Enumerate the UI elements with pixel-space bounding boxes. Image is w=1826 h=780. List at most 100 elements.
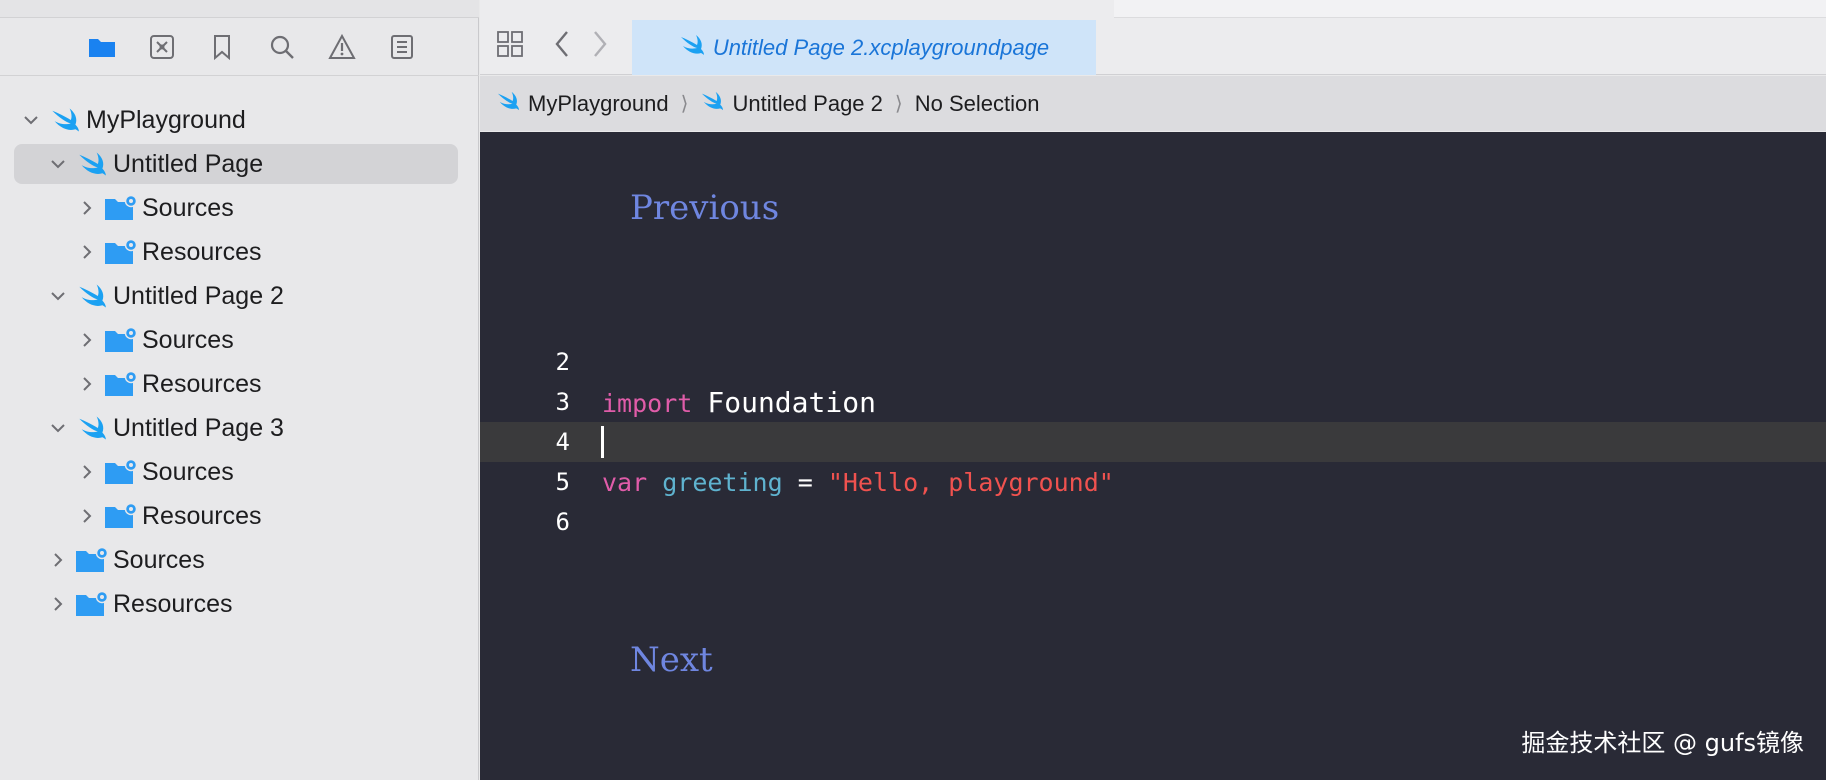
keyword-import: import: [602, 388, 693, 418]
jumpbar-project[interactable]: MyPlayground: [496, 90, 669, 118]
tree-item[interactable]: Resources: [0, 362, 479, 406]
folder-icon: [104, 369, 138, 399]
chevron-down-icon[interactable]: [45, 283, 71, 309]
warning-icon[interactable]: [327, 32, 357, 62]
tree-item[interactable]: Resources: [0, 582, 479, 626]
swift-icon: [679, 33, 705, 63]
chevron-right-icon[interactable]: [45, 547, 71, 573]
module-name: Foundation: [707, 385, 876, 419]
project-navigator: MyPlayground Untitled Page Sources Resource…: [0, 0, 479, 780]
chevron-right-icon[interactable]: [74, 239, 100, 265]
chevron-right-icon[interactable]: [74, 503, 100, 529]
sidebar-top-strip: [0, 0, 479, 18]
tree-item-label: Untitled Page 3: [113, 413, 284, 442]
folder-icon: [75, 589, 109, 619]
code-line-current: 4: [480, 422, 1826, 462]
folder-icon: [104, 457, 138, 487]
tree-item-label: Resources: [142, 369, 262, 398]
chevron-right-icon[interactable]: [74, 371, 100, 397]
tree-item-label: Resources: [142, 237, 262, 266]
tab-title: Untitled Page 2.xcplaygroundpage: [712, 34, 1050, 60]
tree-item[interactable]: Sources: [0, 186, 479, 230]
code-line: 2: [480, 342, 1826, 382]
folder-icon: [104, 325, 138, 355]
source-control-icon[interactable]: [147, 32, 177, 62]
line-number: 5: [555, 468, 570, 496]
chevron-right-icon[interactable]: [45, 591, 71, 617]
chevron-right-icon[interactable]: [584, 28, 616, 60]
identifier: greeting: [662, 467, 783, 497]
tree-item-label: Untitled Page 2: [113, 281, 284, 310]
jump-bar: MyPlayground ⟩ Untitled Page 2 ⟩ No Sele…: [480, 76, 1826, 131]
search-icon[interactable]: [267, 32, 297, 62]
tab-bar: Untitled Page 2.xcplaygroundpage: [480, 0, 1826, 75]
watermark: 掘金技术社区 @ gufs镜像: [1521, 729, 1804, 757]
string-literal: "Hello, playground": [827, 467, 1114, 497]
tree-item-label: Resources: [142, 501, 262, 530]
next-link[interactable]: Next: [630, 640, 713, 680]
jumpbar-page[interactable]: Untitled Page 2: [700, 90, 883, 118]
swift-icon: [75, 149, 109, 179]
swift-icon: [48, 105, 82, 135]
tree-item[interactable]: Untitled Page 3: [0, 406, 479, 450]
navigator-toolbar: [0, 18, 479, 76]
code-lines: 2 3 import Foundation 4 5 var greeting =…: [480, 342, 1826, 542]
bookmark-icon[interactable]: [207, 32, 237, 62]
tree-item[interactable]: MyPlayground: [0, 98, 479, 142]
folder-icon: [104, 237, 138, 267]
tab-bar-top-strip: [1114, 0, 1826, 18]
folder-icon: [104, 501, 138, 531]
swift-icon: [496, 90, 520, 118]
folder-icon: [104, 193, 138, 223]
tree-item-label: Sources: [142, 325, 234, 354]
grid-icon[interactable]: [494, 28, 526, 60]
jumpbar-selection[interactable]: No Selection: [915, 91, 1040, 117]
chevron-down-icon[interactable]: [18, 107, 44, 133]
list-icon[interactable]: [387, 32, 417, 62]
jumpbar-project-label: MyPlayground: [528, 90, 669, 116]
file-tree: MyPlayground Untitled Page Sources Resource…: [0, 98, 479, 626]
chevron-right-icon[interactable]: [74, 327, 100, 353]
jumpbar-separator-icon: ⟩: [894, 93, 903, 115]
code-line: 5 var greeting = "Hello, playground": [480, 462, 1826, 502]
previous-link[interactable]: Previous: [630, 188, 779, 228]
line-number: 2: [555, 348, 570, 376]
tree-item-label: MyPlayground: [86, 105, 246, 134]
tree-item[interactable]: Untitled Page: [0, 142, 479, 186]
tree-item-label: Resources: [113, 589, 233, 618]
editor-area: Untitled Page 2.xcplaygroundpage MyPlayg…: [480, 0, 1826, 780]
code-line: 3 import Foundation: [480, 382, 1826, 422]
code-text: var greeting = "Hello, playground": [602, 468, 1114, 497]
tree-item-label: Sources: [113, 545, 205, 574]
jumpbar-separator-icon: ⟩: [680, 93, 689, 115]
folder-icon[interactable]: [87, 32, 117, 62]
chevron-down-icon[interactable]: [45, 415, 71, 441]
tree-item[interactable]: Resources: [0, 494, 479, 538]
tree-item-label: Untitled Page: [113, 149, 264, 178]
code-text: import Foundation: [602, 386, 876, 419]
chevron-left-icon[interactable]: [546, 28, 578, 60]
swift-icon: [75, 413, 109, 443]
tree-item[interactable]: Sources: [0, 450, 479, 494]
tree-item-label: Sources: [142, 457, 234, 486]
operator: =: [797, 467, 813, 497]
tab-untitled-page-2[interactable]: Untitled Page 2.xcplaygroundpage: [632, 20, 1096, 75]
text-cursor: [601, 426, 604, 458]
tree-item[interactable]: Sources: [0, 318, 479, 362]
xcode-window: MyPlayground Untitled Page Sources Resource…: [0, 0, 1826, 780]
swift-icon: [75, 281, 109, 311]
code-editor[interactable]: Previous 2 3 import Foundation 4 5 var g…: [480, 132, 1826, 780]
keyword-var: var: [602, 467, 648, 497]
code-line: 6: [480, 502, 1826, 542]
tree-item-label: Sources: [142, 193, 234, 222]
tree-item[interactable]: Untitled Page 2: [0, 274, 479, 318]
line-number: 4: [555, 428, 570, 456]
chevron-down-icon[interactable]: [45, 151, 71, 177]
tree-item[interactable]: Resources: [0, 230, 479, 274]
chevron-right-icon[interactable]: [74, 195, 100, 221]
chevron-right-icon[interactable]: [74, 459, 100, 485]
folder-icon: [75, 545, 109, 575]
swift-icon: [700, 90, 724, 118]
line-number: 3: [555, 388, 570, 416]
tree-item[interactable]: Sources: [0, 538, 479, 582]
